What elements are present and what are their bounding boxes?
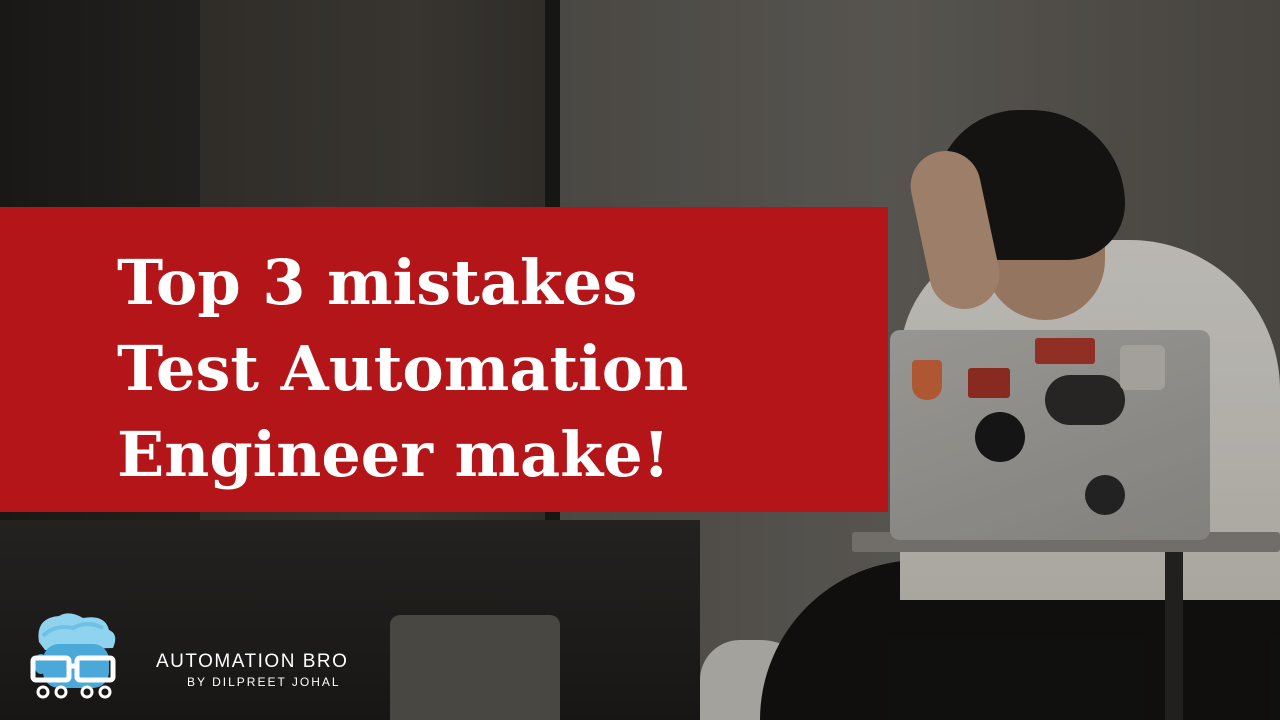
title-line-2: Test Automation [117, 332, 689, 405]
title-line-1: Top 3 mistakes [117, 246, 638, 319]
brand-name: AUTOMATION BRO [156, 651, 349, 672]
thumbnail-title: Top 3 mistakes Test Automation Engineer … [117, 240, 688, 498]
title-line-3: Engineer make! [117, 418, 670, 491]
brand-byline: BY DILPREET JOHAL [187, 675, 341, 689]
glasses-character-logo-icon [30, 613, 116, 699]
